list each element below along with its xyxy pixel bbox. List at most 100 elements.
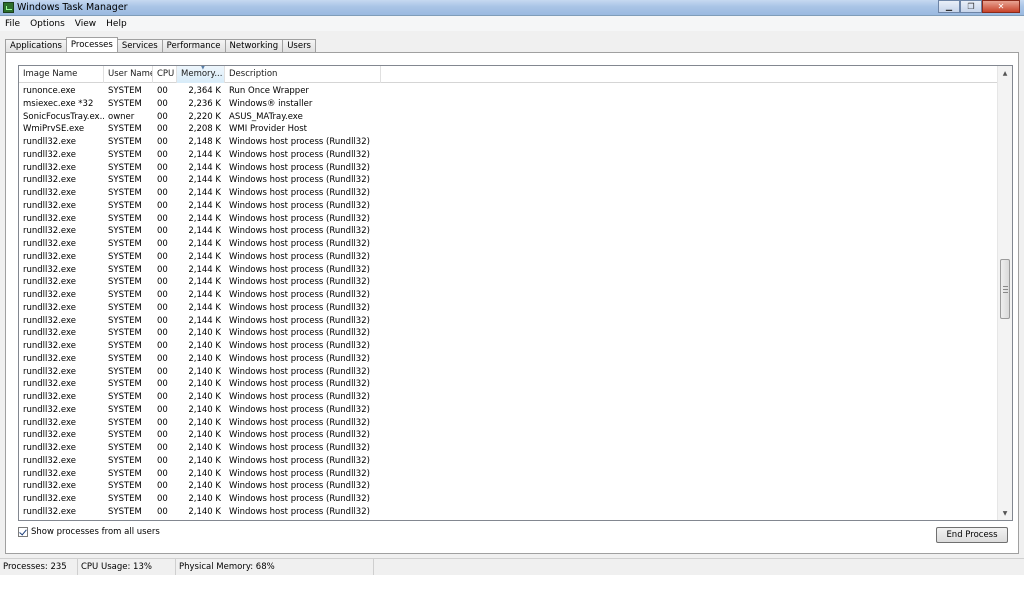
image-name-cell: rundll32.exe [23,481,76,492]
menu-view[interactable]: View [70,19,101,29]
table-row[interactable]: rundll32.exe SYSTEM 00 2,140 K Windows host … [19,506,999,519]
scroll-down-icon[interactable]: ▼ [998,506,1012,520]
main-panel: Applications Processes Services Performa… [0,31,1024,558]
column-cpu[interactable]: CPU [153,66,177,83]
image-name-cell: rundll32.exe [23,149,76,160]
image-name-cell: rundll32.exe [23,341,76,351]
table-row[interactable]: rundll32.exe SYSTEM 00 2,140 K Windows host … [19,468,999,481]
user-name-cell: SYSTEM [108,506,142,517]
menu-options[interactable]: Options [25,19,70,29]
close-icon[interactable]: ✕ [982,0,1020,13]
memory-cell: 2,140 K [188,443,221,453]
description-cell: Windows host process (Rundll32) [229,430,370,441]
tab-applications[interactable]: Applications [5,39,67,52]
process-list[interactable]: Image Name User Name CPU Memory... Descr… [18,65,1013,521]
table-row[interactable]: rundll32.exe SYSTEM 00 2,140 K Windows host … [19,429,999,442]
table-row[interactable]: rundll32.exe SYSTEM 00 2,144 K Windows host … [19,264,999,277]
column-image-name[interactable]: Image Name [19,66,104,83]
user-name-cell: SYSTEM [108,200,142,211]
table-row[interactable]: rundll32.exe SYSTEM 00 2,144 K Windows host … [19,213,999,226]
table-row[interactable]: rundll32.exe SYSTEM 00 2,140 K Windows host … [19,480,999,493]
vertical-scrollbar[interactable]: ▲ ▼ [997,66,1012,520]
cpu-cell: 00 [157,277,168,288]
table-row[interactable]: rundll32.exe SYSTEM 00 2,140 K Windows host … [19,366,999,379]
user-name-cell: SYSTEM [108,86,142,96]
column-description[interactable]: Description [225,66,381,83]
status-bar: Processes: 235 CPU Usage: 13% Physical M… [0,558,1024,576]
scroll-thumb[interactable] [1000,259,1010,319]
user-name-cell: owner [108,111,135,122]
cpu-cell: 00 [157,149,168,160]
table-row[interactable]: rundll32.exe SYSTEM 00 2,144 K Windows host … [19,251,999,264]
tab-networking[interactable]: Networking [224,39,284,52]
cpu-cell: 00 [157,86,168,96]
table-row[interactable]: SonicFocusTray.ex... owner 00 2,220 K ASUS_M… [19,111,999,124]
tab-users[interactable]: Users [282,39,316,52]
memory-cell: 2,220 K [188,111,221,122]
tab-processes[interactable]: Processes [65,37,118,52]
user-name-cell: SYSTEM [108,404,142,415]
user-name-cell: SYSTEM [108,353,142,364]
table-row[interactable]: rundll32.exe SYSTEM 00 2,144 K Windows host … [19,225,999,238]
memory-cell: 2,140 K [188,366,221,377]
description-cell: Windows host process (Rundll32) [229,213,370,224]
table-row[interactable]: rundll32.exe SYSTEM 00 2,140 K Windows host … [19,417,999,430]
memory-cell: 2,140 K [188,468,221,479]
image-name-cell: rundll32.exe [23,430,76,441]
table-row[interactable]: rundll32.exe SYSTEM 00 2,140 K Windows host … [19,455,999,468]
cpu-cell: 00 [157,111,168,122]
window-title: Windows Task Manager [17,2,128,13]
table-row[interactable]: msiexec.exe *32 SYSTEM 00 2,236 K Windows® i… [19,98,999,111]
column-user-name[interactable]: User Name [104,66,153,83]
table-row[interactable]: rundll32.exe SYSTEM 00 2,144 K Windows host … [19,149,999,162]
user-name-cell: SYSTEM [108,443,142,453]
table-row[interactable]: rundll32.exe SYSTEM 00 2,140 K Windows host … [19,340,999,353]
image-name-cell: rundll32.exe [23,226,76,237]
user-name-cell: SYSTEM [108,124,142,135]
table-row[interactable]: rundll32.exe SYSTEM 00 2,144 K Windows host … [19,289,999,302]
maximize-icon[interactable]: ❐ [960,0,982,13]
table-row[interactable]: rundll32.exe SYSTEM 00 2,144 K Windows host … [19,238,999,251]
table-row[interactable]: rundll32.exe SYSTEM 00 2,144 K Windows host … [19,187,999,200]
image-name-cell: rundll32.exe [23,162,76,173]
table-row[interactable]: rundll32.exe SYSTEM 00 2,144 K Windows host … [19,200,999,213]
minimize-icon[interactable]: ▁ [938,0,960,13]
memory-cell: 2,144 K [188,251,221,262]
menu-file[interactable]: File [0,19,25,29]
description-cell: Windows host process (Rundll32) [229,264,370,275]
table-row[interactable]: rundll32.exe SYSTEM 00 2,140 K Windows host … [19,404,999,417]
table-row[interactable]: rundll32.exe SYSTEM 00 2,140 K Windows host … [19,493,999,506]
table-row[interactable]: rundll32.exe SYSTEM 00 2,140 K Windows host … [19,442,999,455]
show-all-users-checkbox[interactable] [18,527,28,537]
user-name-cell: SYSTEM [108,302,142,313]
scroll-up-icon[interactable]: ▲ [998,66,1012,80]
table-row[interactable]: rundll32.exe SYSTEM 00 2,140 K Windows host … [19,327,999,340]
user-name-cell: SYSTEM [108,213,142,224]
show-all-users-option[interactable]: Show processes from all users [18,527,160,537]
table-row[interactable]: rundll32.exe SYSTEM 00 2,144 K Windows host … [19,174,999,187]
description-cell: Windows host process (Rundll32) [229,137,370,147]
table-row[interactable]: rundll32.exe SYSTEM 00 2,140 K Windows host … [19,391,999,404]
table-row[interactable]: rundll32.exe SYSTEM 00 2,140 K Windows host … [19,378,999,391]
table-row[interactable]: rundll32.exe SYSTEM 00 2,144 K Windows host … [19,276,999,289]
column-header-row: Image Name User Name CPU Memory... Descr… [19,66,999,83]
table-row[interactable]: rundll32.exe SYSTEM 00 2,144 K Windows host … [19,302,999,315]
table-row[interactable]: rundll32.exe SYSTEM 00 2,140 K Windows host … [19,353,999,366]
cpu-cell: 00 [157,417,168,428]
table-row[interactable]: WmiPrvSE.exe SYSTEM 00 2,208 K WMI Provider … [19,123,999,136]
cpu-cell: 00 [157,506,168,517]
description-cell: Windows host process (Rundll32) [229,188,370,198]
image-name-cell: rundll32.exe [23,455,76,466]
table-row[interactable]: rundll32.exe SYSTEM 00 2,144 K Windows host … [19,162,999,175]
cpu-cell: 00 [157,430,168,441]
tab-services[interactable]: Services [116,39,163,52]
tab-performance[interactable]: Performance [161,39,226,52]
table-row[interactable]: runonce.exe SYSTEM 00 2,364 K Run Once Wrapp… [19,85,999,98]
title-bar: Windows Task Manager ▁ ❐ ✕ [0,0,1024,16]
end-process-button[interactable]: End Process [936,527,1008,543]
user-name-cell: SYSTEM [108,430,142,441]
menu-help[interactable]: Help [101,19,132,29]
memory-cell: 2,144 K [188,200,221,211]
table-row[interactable]: rundll32.exe SYSTEM 00 2,148 K Windows host … [19,136,999,149]
table-row[interactable]: rundll32.exe SYSTEM 00 2,144 K Windows host … [19,315,999,328]
